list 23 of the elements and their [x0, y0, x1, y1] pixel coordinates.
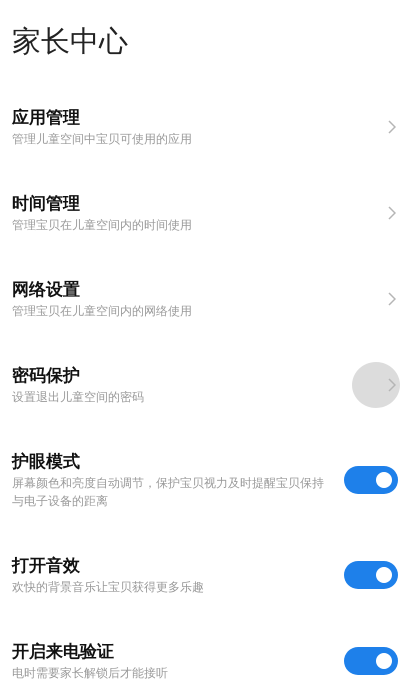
- setting-label: 网络设置: [12, 279, 81, 302]
- page-title: 家长中心: [12, 23, 129, 60]
- setting-label: 打开音效: [12, 555, 81, 578]
- setting-description: 管理宝贝在儿童空间内的时间使用: [12, 217, 193, 234]
- setting-description: 屏幕颜色和亮度自动调节，保护宝贝视力及时提醒宝贝保持与电子设备的距离: [12, 475, 324, 510]
- setting-description: 欢快的背景音乐让宝贝获得更多乐趣: [12, 579, 205, 596]
- setting-label: 开启来电验证: [12, 641, 115, 664]
- toggle-switch[interactable]: [344, 466, 398, 494]
- setting-label: 应用管理: [12, 107, 81, 130]
- setting-description: 设置退出儿童空间的密码: [12, 389, 145, 406]
- touch-ripple: [352, 362, 400, 408]
- chevron-right-icon[interactable]: [388, 378, 396, 392]
- chevron-right-icon[interactable]: [388, 292, 396, 306]
- toggle-switch[interactable]: [344, 561, 398, 589]
- setting-description: 管理宝贝在儿童空间内的网络使用: [12, 303, 193, 320]
- chevron-right-icon[interactable]: [388, 120, 396, 134]
- setting-label: 时间管理: [12, 193, 81, 216]
- setting-description: 电时需要家长解锁后才能接听: [12, 665, 169, 682]
- chevron-right-icon[interactable]: [388, 206, 396, 220]
- setting-label: 密码保护: [12, 365, 81, 388]
- toggle-switch[interactable]: [344, 647, 398, 675]
- setting-label: 护眼模式: [12, 451, 81, 474]
- setting-description: 管理儿童空间中宝贝可使用的应用: [12, 131, 193, 148]
